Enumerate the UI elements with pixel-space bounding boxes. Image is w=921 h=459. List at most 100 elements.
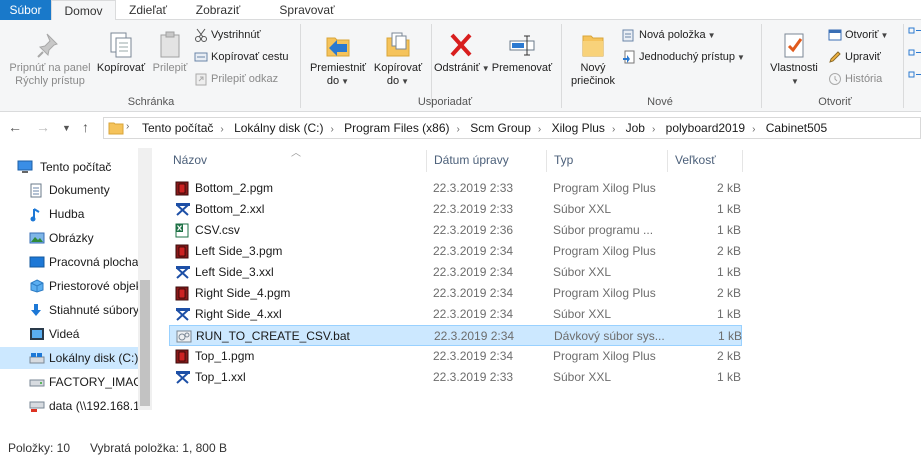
forward-arrow-icon[interactable]: → <box>36 119 50 135</box>
breadcrumb-item[interactable]: polyboard2019 <box>666 121 745 135</box>
column-header-size[interactable]: Veľkosť <box>675 148 716 172</box>
chevron-right-icon[interactable]: › <box>538 124 541 135</box>
move-to-label-2: do <box>326 75 340 87</box>
chevron-right-icon[interactable]: › <box>752 124 755 135</box>
new-item-button[interactable]: Nová položka ▼ <box>622 26 716 44</box>
open-button[interactable]: Otvoriť ▼ <box>828 26 888 44</box>
file-name: Right Side_4.xxl <box>195 307 282 321</box>
sidebar-item-this-pc[interactable]: Tento počítač <box>0 156 138 178</box>
column-divider[interactable] <box>546 150 547 172</box>
file-type: Program Xilog Plus <box>553 244 656 258</box>
sidebar-scrollbar[interactable] <box>138 148 152 410</box>
tab-share[interactable]: Zdieľať <box>118 0 178 20</box>
group-label-open: Otvoriť <box>818 96 852 108</box>
sidebar-item-factory-image[interactable]: FACTORY_IMAGE <box>0 371 138 393</box>
sidebar-item-desktop[interactable]: Pracovná plocha <box>0 251 138 273</box>
sidebar-item-3d-objects[interactable]: Priestorové objekty <box>0 275 138 297</box>
delete-label: Odstrániť <box>434 62 480 74</box>
edit-button[interactable]: Upraviť <box>828 48 881 66</box>
copy-path-button[interactable]: Kopírovať cestu <box>194 48 289 66</box>
file-row[interactable]: Bottom_2.pgm 22.3.2019 2:33 Program Xilo… <box>169 178 742 199</box>
properties-label: Vlastnosti <box>770 62 818 74</box>
chevron-right-icon[interactable]: › <box>457 124 460 135</box>
sidebar-item-local-disk[interactable]: Lokálny disk (C:) <box>0 347 138 369</box>
file-row[interactable]: Left Side_3.xxl 22.3.2019 2:34 Súbor XXL… <box>169 262 742 283</box>
tab-manage[interactable]: Spravovať <box>272 0 342 20</box>
file-size: 2 kB <box>716 286 741 300</box>
sidebar-item-label: Dokumenty <box>49 183 110 197</box>
file-row[interactable]: Right Side_4.pgm 22.3.2019 2:34 Program … <box>169 283 742 304</box>
sidebar-item-documents[interactable]: Dokumenty <box>0 179 138 201</box>
copy-path-icon <box>194 52 208 62</box>
edit-pencil-icon <box>829 51 841 63</box>
pgm-file-icon <box>175 181 189 196</box>
breadcrumb-item[interactable]: Scm Group <box>470 121 531 135</box>
file-row[interactable]: Left Side_3.pgm 22.3.2019 2:34 Program X… <box>169 241 742 262</box>
chevron-down-icon: ▼ <box>707 31 716 40</box>
sidebar-item-downloads[interactable]: Stiahnuté súbory <box>0 299 138 321</box>
column-header-type[interactable]: Typ <box>554 148 573 172</box>
column-header-date[interactable]: Dátum úpravy <box>434 148 509 172</box>
cut-button[interactable]: Vystrihnúť <box>194 26 261 44</box>
breadcrumb-item[interactable]: Lokálny disk (C:) <box>234 121 323 135</box>
breadcrumb-item[interactable]: Program Files (x86) <box>344 121 449 135</box>
tab-home[interactable]: Domov <box>51 0 116 21</box>
breadcrumb-item[interactable]: Xilog Plus <box>552 121 605 135</box>
delete-x-icon <box>450 33 472 57</box>
group-label-new: Nové <box>647 96 673 108</box>
properties-button[interactable]: Vlastnosti ▼ <box>765 30 823 88</box>
easy-access-button[interactable]: Jednoduchý prístup ▼ <box>622 48 745 66</box>
sidebar-item-network-drive[interactable]: data (\\192.168.1 <box>0 395 138 417</box>
sidebar-item-videos[interactable]: Videá <box>0 323 138 345</box>
breadcrumb-item[interactable]: Tento počítač <box>142 121 213 135</box>
tab-view[interactable]: Zobraziť <box>183 0 253 20</box>
file-row[interactable]: Right Side_4.xxl 22.3.2019 2:34 Súbor XX… <box>169 304 742 325</box>
move-to-button[interactable]: Premiestniť do ▼ <box>306 30 370 88</box>
copy-label: Kopírovať <box>96 62 146 74</box>
pin-quick-access-button[interactable]: Pripnúť na panel Rýchly prístup <box>4 30 96 88</box>
new-folder-label-1: Nový <box>580 62 606 74</box>
file-row[interactable]: Bottom_2.xxl 22.3.2019 2:33 Súbor XXL 1 … <box>169 199 742 220</box>
chevron-down-icon: ▼ <box>341 77 350 86</box>
breadcrumb-item[interactable]: Cabinet505 <box>766 121 827 135</box>
file-row[interactable]: CSV.csv 22.3.2019 2:36 Súbor programu ..… <box>169 220 742 241</box>
delete-button[interactable]: Odstrániť ▼ <box>434 30 490 75</box>
column-header-name[interactable]: Názov <box>173 148 207 172</box>
rename-button[interactable]: Premenovať <box>490 30 554 75</box>
copy-button[interactable]: Kopírovať <box>95 30 147 75</box>
column-divider[interactable] <box>667 150 668 172</box>
copy-to-button[interactable]: Kopírovať do ▼ <box>370 30 426 88</box>
select-all-icon[interactable] <box>908 26 921 86</box>
history-button[interactable]: História <box>828 70 882 88</box>
chevron-right-icon[interactable]: › <box>652 124 655 135</box>
breadcrumb-item[interactable]: Job <box>626 121 645 135</box>
file-name: CSV.csv <box>195 223 240 237</box>
sidebar-item-pictures[interactable]: Obrázky <box>0 227 138 249</box>
file-row[interactable]: Top_1.xxl 22.3.2019 2:33 Súbor XXL 1 kB <box>169 367 742 388</box>
recent-locations-chevron-icon[interactable]: ▼ <box>62 123 71 133</box>
copy-path-label: Kopírovať cestu <box>211 51 289 63</box>
sidebar-item-music[interactable]: Hudba <box>0 203 138 225</box>
tab-file[interactable]: Súbor <box>0 0 51 20</box>
chevron-right-icon[interactable]: › <box>220 124 223 135</box>
file-row[interactable]: Top_1.pgm 22.3.2019 2:34 Program Xilog P… <box>169 346 742 367</box>
address-bar[interactable]: › Tento počítač › Lokálny disk (C:) › Prog… <box>103 117 921 139</box>
column-divider[interactable] <box>742 150 743 172</box>
chevron-right-icon[interactable]: › <box>330 124 333 135</box>
paste-label: Prilepiť <box>152 62 188 74</box>
copy-to-label-2: do <box>386 75 400 87</box>
xxl-file-icon <box>176 308 190 321</box>
new-folder-button[interactable]: Nový priečinok <box>566 30 620 88</box>
copy-to-label-1: Kopírovať <box>373 62 423 74</box>
paste-button[interactable]: Prilepiť <box>148 30 192 75</box>
column-divider[interactable] <box>426 150 427 172</box>
pin-icon <box>37 33 58 58</box>
computer-icon <box>17 160 33 173</box>
up-arrow-icon[interactable]: ↑ <box>82 119 89 135</box>
scrollbar-thumb[interactable] <box>140 280 150 406</box>
chevron-right-icon[interactable]: › <box>612 124 615 135</box>
back-arrow-icon[interactable]: ← <box>8 119 22 135</box>
sidebar-item-label: data (\\192.168.1 <box>49 399 138 413</box>
file-row-selected[interactable]: RUN_TO_CREATE_CSV.bat 22.3.2019 2:34 Dáv… <box>169 325 742 346</box>
paste-shortcut-button[interactable]: Prilepiť odkaz <box>194 70 278 88</box>
